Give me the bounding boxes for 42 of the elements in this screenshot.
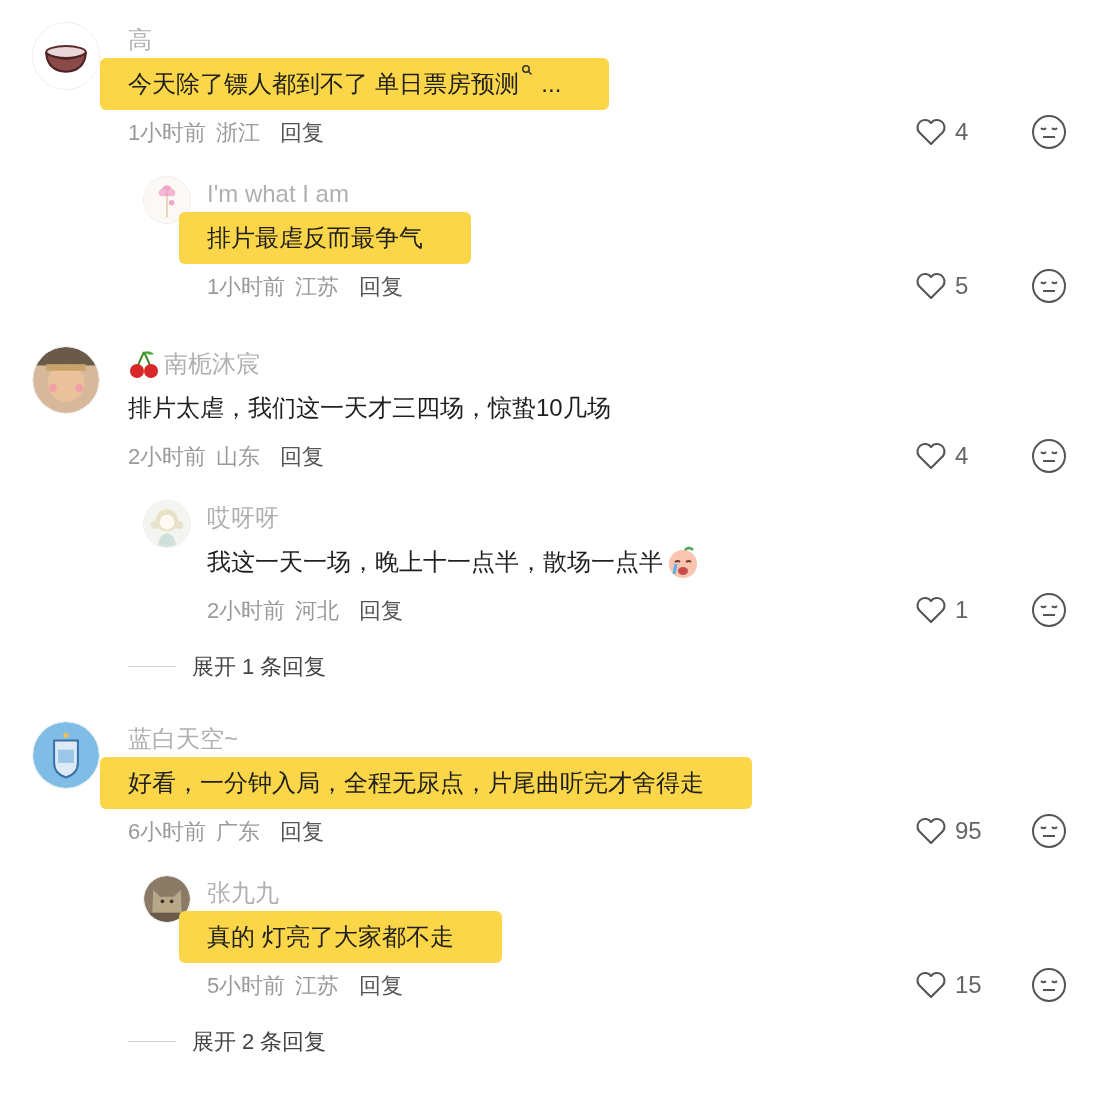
reply-button[interactable]: 回复: [359, 593, 404, 627]
comment-region: 江苏: [295, 272, 340, 301]
comment-time: 2小时前: [128, 442, 207, 471]
comment-time: 1小时前: [128, 118, 207, 147]
comment-text: 好看，一分钟入局，全程无尿点，片尾曲听完才舍得走: [128, 768, 704, 798]
comment-text: 排片最虐反而最争气: [207, 223, 423, 253]
comment-text: 排片太虐，我们这一天才三四场，惊蛰10几场: [128, 393, 611, 423]
avatar[interactable]: [143, 875, 191, 923]
comment-time: 6小时前: [128, 817, 207, 846]
comment-region: 广东: [216, 817, 261, 846]
comment-region: 河北: [295, 596, 340, 625]
comment-text: 真的 灯亮了大家都不走: [207, 922, 454, 952]
comment-text: 今天除了镖人都到不了 单日票房预测: [128, 69, 519, 99]
reply-button[interactable]: 回复: [280, 439, 325, 473]
expand-replies-button[interactable]: 展开 2 条回复: [192, 1025, 327, 1058]
comment-text: 我这一天一场，晚上十一点半，散场一点半: [207, 547, 663, 577]
dislike-face-icon[interactable]: [1031, 813, 1067, 849]
dislike-face-icon[interactable]: [1031, 268, 1067, 304]
comment-time: 1小时前: [207, 272, 286, 301]
expand-replies-button[interactable]: 展开 1 条回复: [192, 650, 327, 683]
like-button[interactable]: 5: [913, 268, 987, 304]
dislike-face-icon[interactable]: [1031, 438, 1067, 474]
comment-time: 5小时前: [207, 971, 286, 1000]
like-button[interactable]: 4: [913, 438, 987, 474]
dislike-face-icon[interactable]: [1031, 114, 1067, 150]
comment-region: 浙江: [216, 118, 261, 147]
cherry-icon: [128, 348, 160, 380]
comment-time: 2小时前: [207, 596, 286, 625]
reply-button[interactable]: 回复: [359, 968, 404, 1002]
comment-region: 江苏: [295, 971, 340, 1000]
comment-region: 山东: [216, 442, 261, 471]
search-icon[interactable]: [520, 64, 533, 76]
reply-button[interactable]: 回复: [280, 115, 325, 149]
like-button[interactable]: 1: [913, 592, 987, 628]
comment-text: ...: [540, 69, 562, 99]
dislike-face-icon[interactable]: [1031, 592, 1067, 628]
reply-button[interactable]: 回复: [280, 814, 325, 848]
like-button[interactable]: 15: [913, 967, 987, 1003]
reply-button[interactable]: 回复: [359, 269, 404, 303]
like-button[interactable]: 95: [913, 813, 987, 849]
like-button[interactable]: 4: [913, 114, 987, 150]
dislike-face-icon[interactable]: [1031, 967, 1067, 1003]
